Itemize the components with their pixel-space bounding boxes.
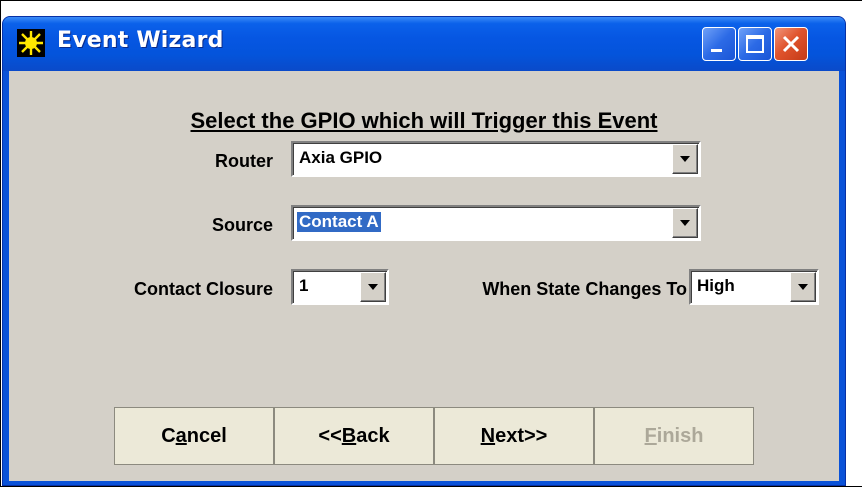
source-dropdown-button[interactable] — [672, 208, 698, 238]
contact-closure-select[interactable]: 1 — [291, 269, 389, 305]
contact-closure-dropdown-button[interactable] — [360, 272, 386, 302]
state-label: When State Changes To — [482, 279, 687, 299]
router-label: Router — [215, 151, 273, 171]
back-label-start: << — [318, 424, 342, 447]
state-dropdown-button[interactable] — [790, 272, 816, 302]
cancel-mnemonic: a — [175, 424, 187, 447]
chevron-down-icon — [680, 220, 690, 226]
next-label-end: ext>> — [495, 424, 548, 447]
sun-burst-icon — [17, 29, 45, 57]
finish-mnemonic: F — [644, 424, 657, 447]
frame-bottom-border — [0, 486, 862, 487]
router-value: Axia GPIO — [299, 148, 383, 167]
next-button[interactable]: Next>> — [434, 407, 594, 465]
source-value: Contact A — [297, 212, 381, 232]
chevron-down-icon — [680, 156, 690, 162]
state-value: High — [697, 276, 735, 295]
cancel-label-end: ncel — [186, 424, 227, 447]
window-title: Event Wizard — [57, 28, 224, 53]
maximize-icon — [746, 35, 764, 53]
wizard-client-area: Select the GPIO which will Trigger this … — [9, 71, 839, 481]
cancel-label-start: C — [161, 424, 176, 447]
chevron-down-icon — [798, 284, 808, 290]
source-select[interactable]: Contact A — [291, 205, 701, 241]
cancel-button[interactable]: Ca ncel — [114, 407, 274, 465]
frame-top-border — [0, 0, 862, 1]
router-dropdown-button[interactable] — [672, 144, 698, 174]
chevron-down-icon — [368, 284, 378, 290]
back-button[interactable]: << Back — [274, 407, 434, 465]
back-mnemonic: B — [341, 424, 357, 447]
title-bar[interactable]: Event Wizard — [3, 17, 845, 71]
router-select[interactable]: Axia GPIO — [291, 141, 701, 177]
back-label-end: ack — [356, 424, 390, 447]
finish-button: Finish — [594, 407, 754, 465]
event-wizard-window: Event Wizard Select the GPIO which will … — [2, 16, 846, 486]
frame-left-border — [0, 0, 1, 487]
next-mnemonic: N — [480, 424, 496, 447]
close-button[interactable] — [774, 27, 808, 61]
source-label: Source — [211, 215, 273, 235]
finish-label-end: inish — [656, 424, 704, 447]
minimize-icon — [711, 49, 722, 52]
state-select[interactable]: High — [689, 269, 819, 305]
contact-closure-value: 1 — [299, 276, 309, 295]
contact-closure-label: Contact Closure — [133, 279, 273, 299]
close-icon — [782, 35, 800, 53]
minimize-button[interactable] — [702, 27, 736, 61]
wizard-heading: Select the GPIO which will Trigger this … — [190, 108, 658, 133]
maximize-button[interactable] — [738, 27, 772, 61]
